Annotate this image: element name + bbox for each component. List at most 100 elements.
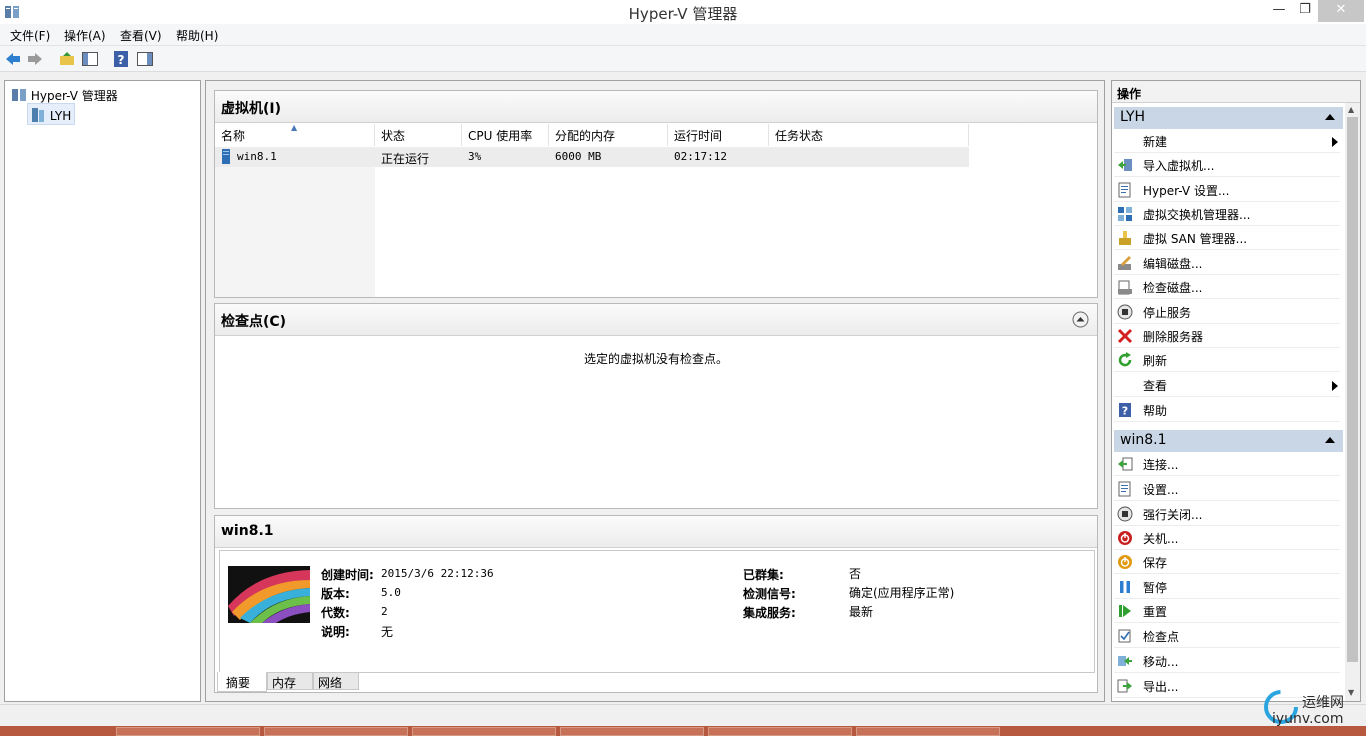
taskbar-button[interactable]: [264, 727, 408, 736]
taskbar-button[interactable]: [412, 727, 556, 736]
integration-services-label: 集成服务:: [743, 606, 796, 620]
vm-memory-cell: 6000 MB: [555, 150, 602, 163]
help-icon[interactable]: ?: [112, 50, 130, 68]
tree-node-root[interactable]: Hyper-V 管理器: [11, 84, 118, 104]
show-hide-tree-icon[interactable]: [81, 50, 99, 68]
action-group-vm[interactable]: win8.1: [1114, 430, 1343, 452]
action-reset[interactable]: 重置: [1114, 599, 1340, 623]
notes-label: 说明:: [321, 625, 350, 639]
refresh-icon: [1118, 352, 1132, 367]
window-title: Hyper-V 管理器: [628, 5, 738, 23]
action-help-label: 帮助: [1143, 404, 1168, 418]
vm-thumbnail[interactable]: [228, 566, 310, 623]
column-state[interactable]: 状态: [375, 124, 462, 146]
tab-memory[interactable]: 内存: [267, 672, 313, 690]
taskbar-button[interactable]: [560, 727, 704, 736]
menu-file[interactable]: 文件(F): [10, 27, 50, 44]
stop-icon: [1117, 304, 1133, 320]
watermark-brand: 运维网: [1302, 695, 1344, 711]
import-icon: [1118, 159, 1132, 171]
vm-state-cell: 正在运行: [381, 152, 430, 166]
scrollbar-thumb[interactable]: [1347, 117, 1358, 662]
restore-button[interactable]: ❐: [1290, 0, 1320, 22]
menu-help[interactable]: 帮助(H): [176, 27, 218, 44]
status-bar: [0, 704, 1366, 726]
tab-summary[interactable]: 摘要: [217, 672, 267, 692]
forward-arrow-icon[interactable]: [26, 50, 44, 68]
action-edit-disk[interactable]: 编辑磁盘...: [1114, 251, 1340, 275]
vm-name-cell: win8.1: [237, 150, 277, 163]
column-name[interactable]: 名称 ▲: [215, 123, 375, 146]
inspect-disk-icon: [1118, 280, 1132, 295]
show-hide-action-pane-icon[interactable]: [136, 50, 154, 68]
column-uptime[interactable]: 运行时间: [668, 124, 769, 146]
actions-scrollbar[interactable]: ▲ ▼: [1345, 103, 1360, 701]
vm-uptime-cell: 02:17:12: [674, 150, 727, 163]
column-task-status[interactable]: 任务状态: [769, 124, 969, 146]
console-tree: Hyper-V 管理器 LYH: [4, 80, 201, 702]
column-cpu[interactable]: CPU 使用率: [462, 124, 549, 146]
action-view[interactable]: 查看: [1114, 373, 1340, 397]
action-pause[interactable]: 暂停: [1114, 575, 1340, 599]
pause-icon: [1120, 581, 1130, 593]
action-inspect-disk-label: 检查磁盘...: [1143, 281, 1203, 295]
action-checkpoint-label: 检查点: [1143, 630, 1180, 644]
submenu-arrow-icon: [1332, 137, 1338, 147]
action-connect[interactable]: 连接...: [1114, 452, 1340, 476]
integration-services-value: 最新: [849, 605, 874, 619]
action-refresh[interactable]: 刷新: [1114, 348, 1340, 372]
action-remove-server[interactable]: 删除服务器: [1114, 324, 1340, 348]
action-hyperv-settings[interactable]: Hyper-V 设置...: [1114, 178, 1340, 202]
up-folder-icon[interactable]: [58, 50, 76, 68]
action-save[interactable]: 保存: [1114, 550, 1340, 574]
taskbar-button[interactable]: [116, 727, 260, 736]
taskbar-button[interactable]: [856, 727, 1000, 736]
column-memory[interactable]: 分配的内存: [549, 124, 668, 146]
details-panel-header: win8.1: [215, 516, 1097, 548]
action-import-vm-label: 导入虚拟机...: [1143, 159, 1215, 173]
menu-bar: 文件(F) 操作(A) 查看(V) 帮助(H): [0, 24, 1366, 46]
scroll-up-icon[interactable]: ▲: [1348, 105, 1354, 114]
action-import-vm[interactable]: 导入虚拟机...: [1114, 153, 1340, 177]
menu-action[interactable]: 操作(A): [64, 27, 106, 44]
checkpoints-panel: 检查点(C) 选定的虚拟机没有检查点。: [214, 303, 1098, 509]
action-checkpoint[interactable]: 检查点: [1114, 624, 1340, 648]
action-move[interactable]: 移动...: [1114, 649, 1340, 673]
action-remove-server-label: 删除服务器: [1143, 330, 1204, 344]
switch-icon: [1118, 207, 1132, 221]
tree-root-label: Hyper-V 管理器: [30, 89, 118, 103]
created-value: 2015/3/6 22:12:36: [381, 567, 494, 580]
table-row[interactable]: win8.1 正在运行 3% 6000 MB 02:17:12: [215, 147, 969, 167]
watermark: 运维网 iyunv.com: [1262, 686, 1366, 736]
menu-view[interactable]: 查看(V): [120, 27, 162, 44]
generation-value: 2: [381, 605, 388, 618]
virtual-machines-panel: 虚拟机(I) 名称 ▲ 状态 CPU 使用率 分配的内存 运行时间 任务状态 w…: [214, 90, 1098, 298]
action-inspect-disk[interactable]: 检查磁盘...: [1114, 275, 1340, 299]
back-arrow-icon[interactable]: [4, 50, 22, 68]
action-stop-service[interactable]: 停止服务: [1114, 300, 1340, 324]
collapse-group-icon: [1325, 114, 1335, 120]
action-refresh-label: 刷新: [1143, 354, 1168, 368]
vm-task-cell: [769, 150, 775, 168]
action-turn-off[interactable]: 强行关闭...: [1114, 502, 1340, 526]
export-icon: [1117, 679, 1132, 693]
vm-details-panel: win8.1 创建时间: 2015/3/6 22:12:36 版本: 5.0 代…: [214, 515, 1098, 693]
action-new-label: 新建: [1143, 135, 1168, 149]
close-button[interactable]: ✕: [1318, 0, 1364, 22]
heartbeat-value: 确定(应用程序正常): [849, 586, 955, 600]
action-help[interactable]: ? 帮助: [1114, 398, 1340, 422]
collapse-icon[interactable]: [1072, 311, 1089, 328]
action-group-lyh[interactable]: LYH: [1114, 107, 1343, 129]
action-virtual-san-manager[interactable]: 虚拟 SAN 管理器...: [1114, 226, 1340, 250]
title-bar: Hyper-V 管理器 — ❐ ✕: [0, 0, 1366, 24]
tree-node-server[interactable]: LYH: [27, 103, 76, 125]
action-vm-settings[interactable]: 设置...: [1114, 477, 1340, 501]
action-virtual-switch-manager[interactable]: 虚拟交换机管理器...: [1114, 202, 1340, 226]
results-pane: 虚拟机(I) 名称 ▲ 状态 CPU 使用率 分配的内存 运行时间 任务状态 w…: [205, 80, 1105, 702]
taskbar-button[interactable]: [708, 727, 852, 736]
no-checkpoints-message: 选定的虚拟机没有检查点。: [583, 352, 728, 366]
action-shutdown[interactable]: 关机...: [1114, 526, 1340, 550]
action-pause-label: 暂停: [1143, 581, 1168, 595]
tab-network[interactable]: 网络: [313, 672, 359, 690]
action-new[interactable]: 新建: [1114, 129, 1340, 153]
